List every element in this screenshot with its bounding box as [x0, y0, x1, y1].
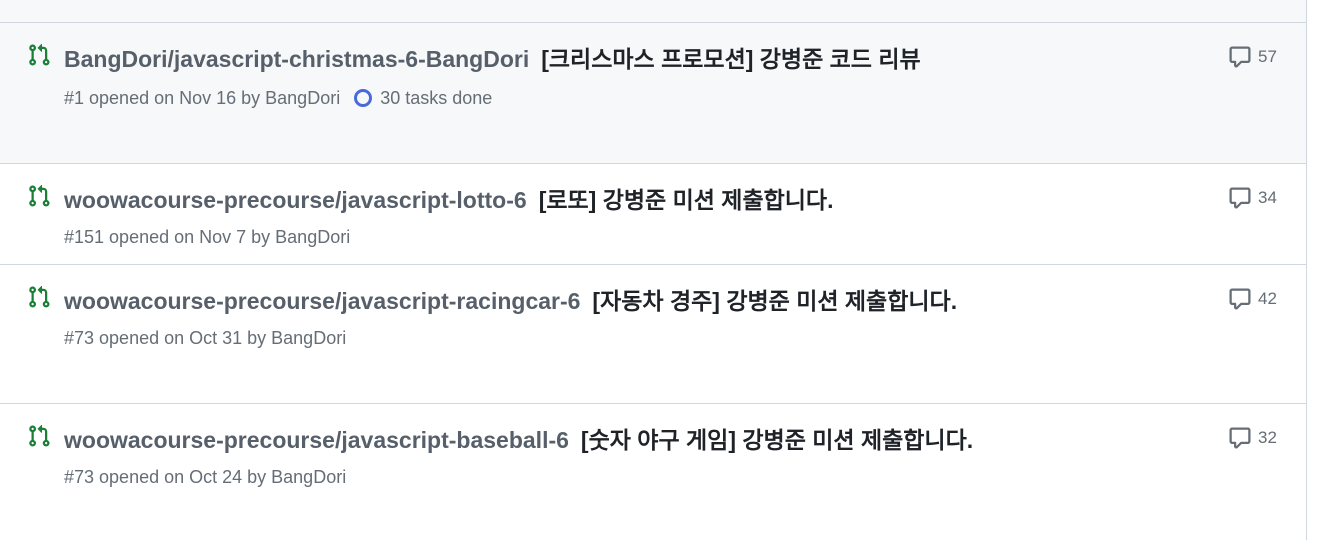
pr-title-link[interactable]: [로또] 강병준 미션 제출합니다. — [539, 187, 834, 213]
list-item[interactable]: BangDori/javascript-christmas-6-BangDori… — [0, 23, 1306, 164]
repo-link[interactable]: BangDori/javascript-christmas-6-BangDori — [64, 46, 529, 72]
comments-link[interactable]: 57 — [1228, 45, 1277, 69]
repo-link[interactable]: woowacourse-precourse/javascript-racingc… — [64, 288, 580, 314]
task-progress[interactable]: 30 tasks done — [354, 86, 492, 110]
pr-title-line: woowacourse-precourse/javascript-basebal… — [64, 421, 984, 459]
list-item[interactable]: woowacourse-precourse/javascript-basebal… — [0, 404, 1306, 540]
repo-link[interactable]: woowacourse-precourse/javascript-lotto-6 — [64, 187, 527, 213]
pr-title-link[interactable]: [크리스마스 프로모션] 강병준 코드 리뷰 — [541, 46, 920, 72]
comments-link[interactable]: 32 — [1228, 426, 1277, 450]
pr-content: BangDori/javascript-christmas-6-BangDori… — [64, 40, 984, 110]
comments-link[interactable]: 34 — [1228, 186, 1277, 210]
git-pull-request-icon — [27, 285, 51, 309]
pr-content: woowacourse-precourse/javascript-racingc… — [64, 282, 984, 350]
comment-count: 42 — [1258, 289, 1277, 308]
comment-icon — [1228, 426, 1258, 450]
pr-title-link[interactable]: [숫자 야구 게임] 강병준 미션 제출합니다. — [581, 427, 973, 453]
pr-meta: #1 opened on Nov 16 by BangDori 30 tasks… — [64, 86, 984, 110]
git-pull-request-icon — [27, 184, 51, 208]
comment-icon — [1228, 186, 1258, 210]
comment-count: 57 — [1258, 47, 1277, 66]
pr-meta: #73 opened on Oct 31 by BangDori — [64, 326, 984, 350]
pr-content: woowacourse-precourse/javascript-lotto-6… — [64, 181, 984, 249]
repo-link[interactable]: woowacourse-precourse/javascript-basebal… — [64, 427, 569, 453]
pr-title-line: woowacourse-precourse/javascript-racingc… — [64, 282, 984, 320]
task-progress-icon — [354, 89, 373, 107]
comments-link[interactable]: 42 — [1228, 287, 1277, 311]
pr-meta: #73 opened on Oct 24 by BangDori — [64, 465, 984, 489]
comment-icon — [1228, 45, 1258, 69]
pr-meta: #151 opened on Nov 7 by BangDori — [64, 225, 984, 249]
pr-opened-info: #73 opened on Oct 31 by BangDori — [64, 328, 347, 348]
pr-title-link[interactable]: [자동차 경주] 강병준 미션 제출합니다. — [592, 288, 957, 314]
pr-title-line: woowacourse-precourse/javascript-lotto-6… — [64, 181, 984, 219]
pr-opened-info: #73 opened on Oct 24 by BangDori — [64, 467, 347, 487]
pr-title-line: BangDori/javascript-christmas-6-BangDori… — [64, 40, 984, 78]
comment-icon — [1228, 287, 1258, 311]
list-item[interactable]: woowacourse-precourse/javascript-lotto-6… — [0, 164, 1306, 265]
pr-content: woowacourse-precourse/javascript-basebal… — [64, 421, 984, 489]
pr-opened-info: #1 opened on Nov 16 by BangDori — [64, 88, 341, 108]
git-pull-request-icon — [27, 43, 51, 67]
tasks-label: 30 tasks done — [380, 88, 493, 108]
pr-opened-info: #151 opened on Nov 7 by BangDori — [64, 227, 351, 247]
list-header-strip — [0, 0, 1306, 23]
list-item[interactable]: woowacourse-precourse/javascript-racingc… — [0, 265, 1306, 404]
comment-count: 32 — [1258, 428, 1277, 447]
git-pull-request-icon — [27, 424, 51, 448]
comment-count: 34 — [1258, 188, 1277, 207]
pull-request-list: BangDori/javascript-christmas-6-BangDori… — [0, 0, 1307, 540]
